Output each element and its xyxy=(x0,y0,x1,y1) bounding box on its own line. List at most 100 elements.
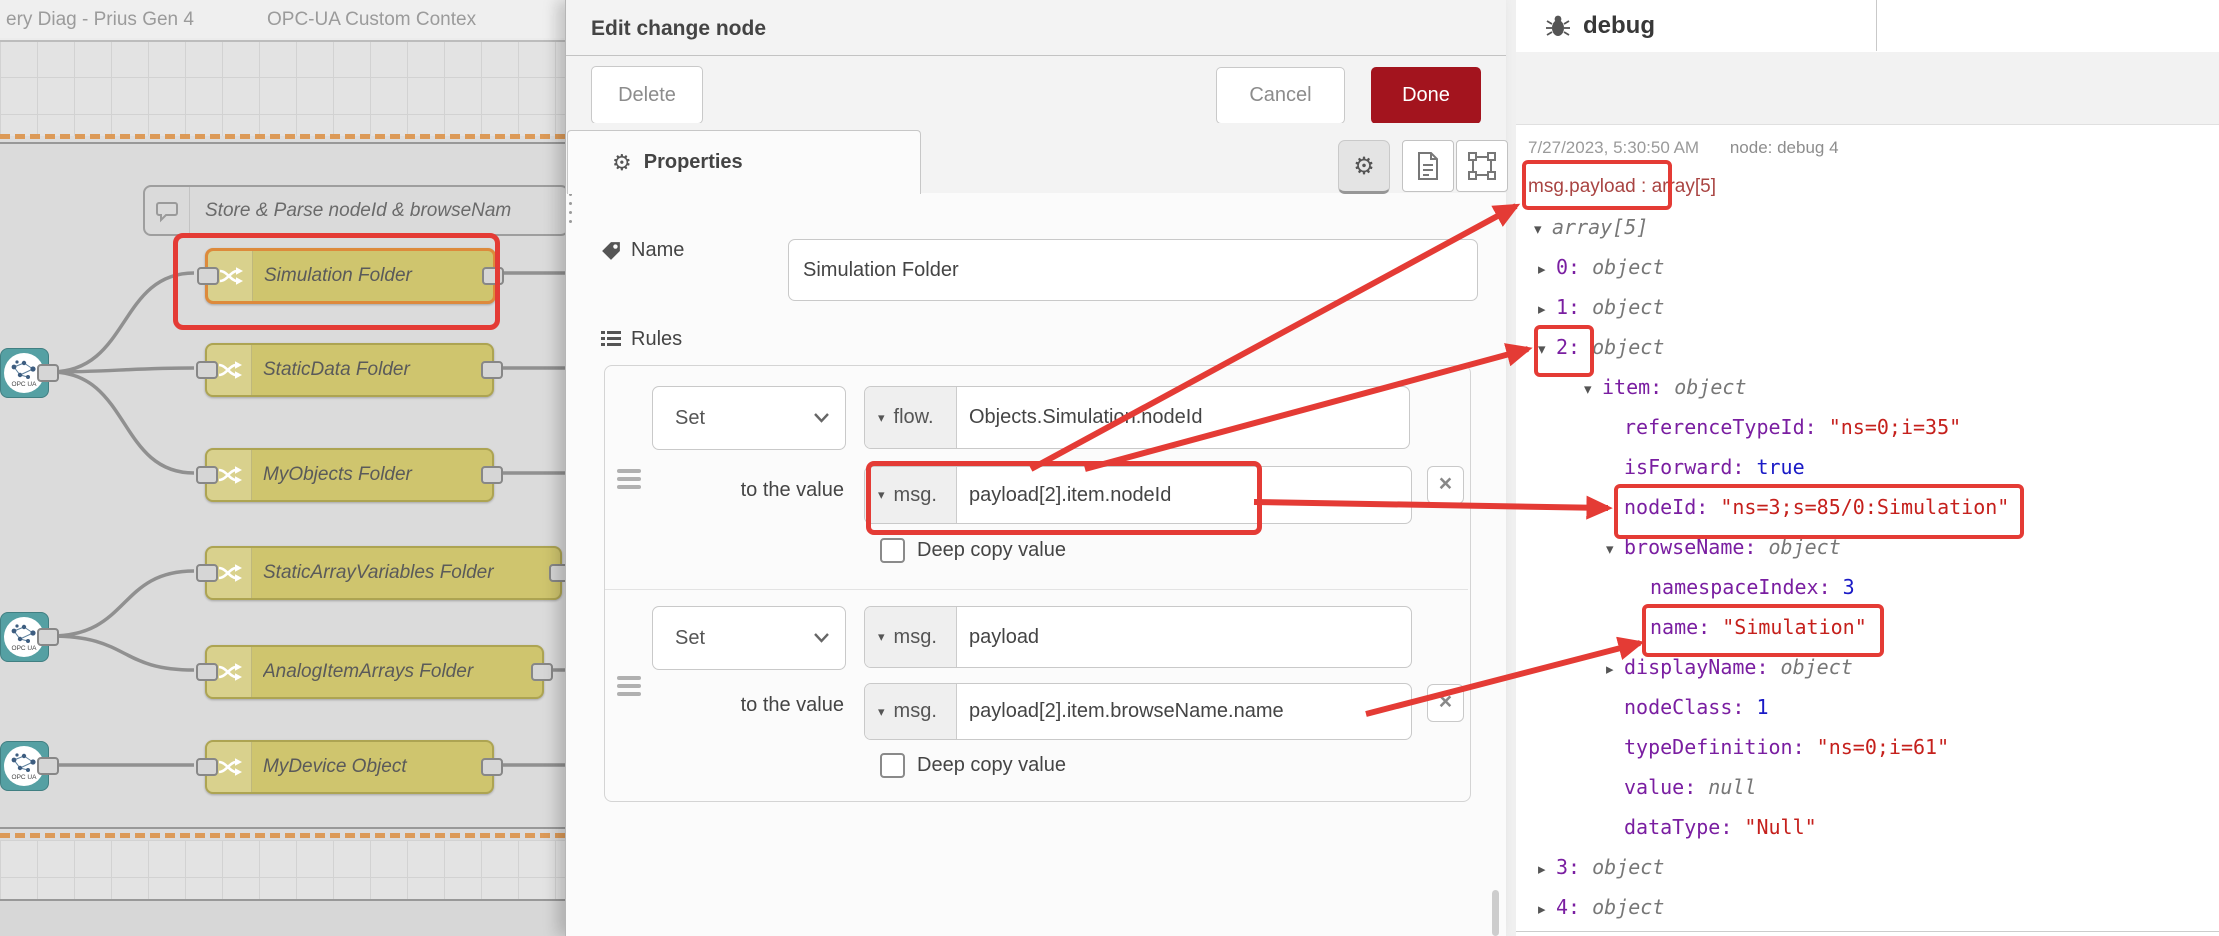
rule1-value-input[interactable]: ▾ msg. xyxy=(864,466,1412,524)
debug-tree-row: dataType: "Null" xyxy=(1528,807,2219,847)
debug-json-tree: ▾array[5]▸0: object▸1: object▾2: object▾… xyxy=(1528,207,2219,927)
rule1-target-type[interactable]: ▾ flow. xyxy=(865,387,957,448)
json-value: "Simulation" xyxy=(1722,615,1867,639)
rule2-value-input[interactable]: ▾ msg. xyxy=(864,683,1412,740)
debug-tree-row: ▾2: object xyxy=(1528,327,2219,367)
name-label-row: Name xyxy=(601,239,684,262)
debug-message-header[interactable]: msg.payload : array[5] xyxy=(1528,167,2219,207)
node-port-in[interactable] xyxy=(196,361,218,379)
change-node[interactable]: StaticArrayVariables Folder xyxy=(205,546,562,600)
expand-icon[interactable]: ▸ xyxy=(1538,889,1556,929)
opcua-node[interactable]: OPC UA xyxy=(0,612,49,662)
rule1-value-prefix: msg. xyxy=(894,484,937,507)
node-port-out[interactable] xyxy=(481,466,503,484)
comment-node[interactable]: Store & Parse nodeId & browseNam xyxy=(143,185,565,236)
change-icon xyxy=(215,658,243,686)
rule1-deep-copy-checkbox[interactable] xyxy=(880,538,905,563)
node-port-out[interactable] xyxy=(481,758,503,776)
json-key: isForward: xyxy=(1624,455,1744,479)
change-node[interactable]: MyDevice Object xyxy=(205,740,494,794)
expand-icon[interactable]: ▸ xyxy=(1538,289,1556,329)
expand-icon[interactable]: ▸ xyxy=(1606,649,1624,689)
done-button[interactable]: Done xyxy=(1371,67,1481,124)
change-node[interactable]: Simulation Folder xyxy=(205,248,496,304)
collapse-icon[interactable]: ▾ xyxy=(1534,209,1552,249)
node-port-out[interactable] xyxy=(549,564,565,582)
debug-payload-path: msg.payload xyxy=(1528,176,1636,197)
rule2-target-value[interactable] xyxy=(957,607,1411,667)
json-type: object xyxy=(1781,655,1853,679)
json-type: object xyxy=(1592,295,1664,319)
rule2-target-input[interactable]: ▾ msg. xyxy=(864,606,1412,668)
node-port-in[interactable] xyxy=(196,758,218,776)
rule2-value-value[interactable] xyxy=(957,684,1411,739)
name-input[interactable] xyxy=(788,239,1478,301)
node-port-out[interactable] xyxy=(37,364,59,382)
rule1-deep-copy-label: Deep copy value xyxy=(917,539,1066,562)
rule1-target-value[interactable] xyxy=(957,387,1409,448)
json-type: array[5] xyxy=(1552,215,1648,239)
node-port-in[interactable] xyxy=(196,564,218,582)
speech-bubble-icon xyxy=(145,187,190,234)
rule2-deep-copy-checkbox[interactable] xyxy=(880,753,905,778)
rule2-drag-handle[interactable] xyxy=(617,676,641,696)
debug-tree-row: ▾item: object xyxy=(1528,367,2219,407)
list-icon xyxy=(601,330,621,350)
name-label: Name xyxy=(631,239,684,262)
debug-tree-row: name: "Simulation" xyxy=(1528,607,2219,647)
node-port-out[interactable] xyxy=(482,267,504,285)
tray-resize-grip[interactable] xyxy=(568,193,572,233)
rule1-delete-button[interactable]: × xyxy=(1427,466,1464,504)
opcua-node[interactable]: OPC UA xyxy=(0,741,49,791)
rule2-action-select[interactable]: Set xyxy=(652,606,846,670)
dialog-scrollbar[interactable] xyxy=(1492,890,1499,936)
appearance-tab-button[interactable] xyxy=(1456,140,1508,192)
rule1-drag-handle[interactable] xyxy=(617,469,641,489)
rule2-target-type[interactable]: ▾ msg. xyxy=(865,607,957,667)
collapse-icon[interactable]: ▾ xyxy=(1606,529,1624,569)
debug-payload-type: : array[5] xyxy=(1641,176,1716,197)
tag-icon xyxy=(601,241,621,261)
rule1-value-type[interactable]: ▾ msg. xyxy=(865,467,957,523)
node-port-out[interactable] xyxy=(37,757,59,775)
collapse-icon[interactable]: ▾ xyxy=(1584,369,1602,409)
cancel-button[interactable]: Cancel xyxy=(1216,67,1345,124)
json-type: object xyxy=(1592,855,1664,879)
node-port-in[interactable] xyxy=(197,267,219,285)
expand-icon[interactable]: ▸ xyxy=(1538,849,1556,889)
node-port-in[interactable] xyxy=(196,466,218,484)
properties-tab-button[interactable]: ⚙ xyxy=(1338,140,1390,194)
json-key: displayName: xyxy=(1624,655,1769,679)
json-value: true xyxy=(1756,455,1804,479)
change-node[interactable]: MyObjects Folder xyxy=(205,448,494,502)
expand-icon[interactable]: ▸ xyxy=(1538,249,1556,289)
rule2-deep-copy-label: Deep copy value xyxy=(917,754,1066,777)
node-port-in[interactable] xyxy=(196,663,218,681)
collapse-icon[interactable]: ▾ xyxy=(1538,329,1556,369)
node-port-out[interactable] xyxy=(481,361,503,379)
debug-tree-row: typeDefinition: "ns=0;i=61" xyxy=(1528,727,2219,767)
rule2-value-type[interactable]: ▾ msg. xyxy=(865,684,957,739)
delete-button[interactable]: Delete xyxy=(591,66,703,124)
debug-tree-row: ▸4: object xyxy=(1528,887,2219,927)
json-type: object xyxy=(1592,895,1664,919)
rule1-value-value[interactable] xyxy=(957,467,1411,523)
rule2-delete-button[interactable]: × xyxy=(1427,684,1464,722)
rule1-action-select[interactable]: Set xyxy=(652,386,846,450)
change-node[interactable]: AnalogItemArrays Folder xyxy=(205,645,544,699)
caret-down-icon: ▾ xyxy=(878,410,885,426)
tab-debug[interactable]: debug xyxy=(1516,0,1877,51)
node-port-out[interactable] xyxy=(37,628,59,646)
rule2-action-value: Set xyxy=(675,607,705,669)
rule1-target-input[interactable]: ▾ flow. xyxy=(864,386,1410,449)
node-label: MyDevice Object xyxy=(263,742,484,792)
json-key: referenceTypeId: xyxy=(1624,415,1817,439)
node-port-out[interactable] xyxy=(531,663,553,681)
tab-properties[interactable]: ⚙ Properties xyxy=(567,130,921,194)
flow-canvas[interactable]: ery Diag - Prius Gen 4OPC-UA Custom Cont… xyxy=(0,0,565,936)
opcua-node[interactable]: OPC UA xyxy=(0,348,49,398)
change-node[interactable]: StaticData Folder xyxy=(205,343,494,397)
debug-tree-row: referenceTypeId: "ns=0;i=35" xyxy=(1528,407,2219,447)
description-tab-button[interactable] xyxy=(1402,140,1454,192)
rules-label-row: Rules xyxy=(601,328,682,351)
